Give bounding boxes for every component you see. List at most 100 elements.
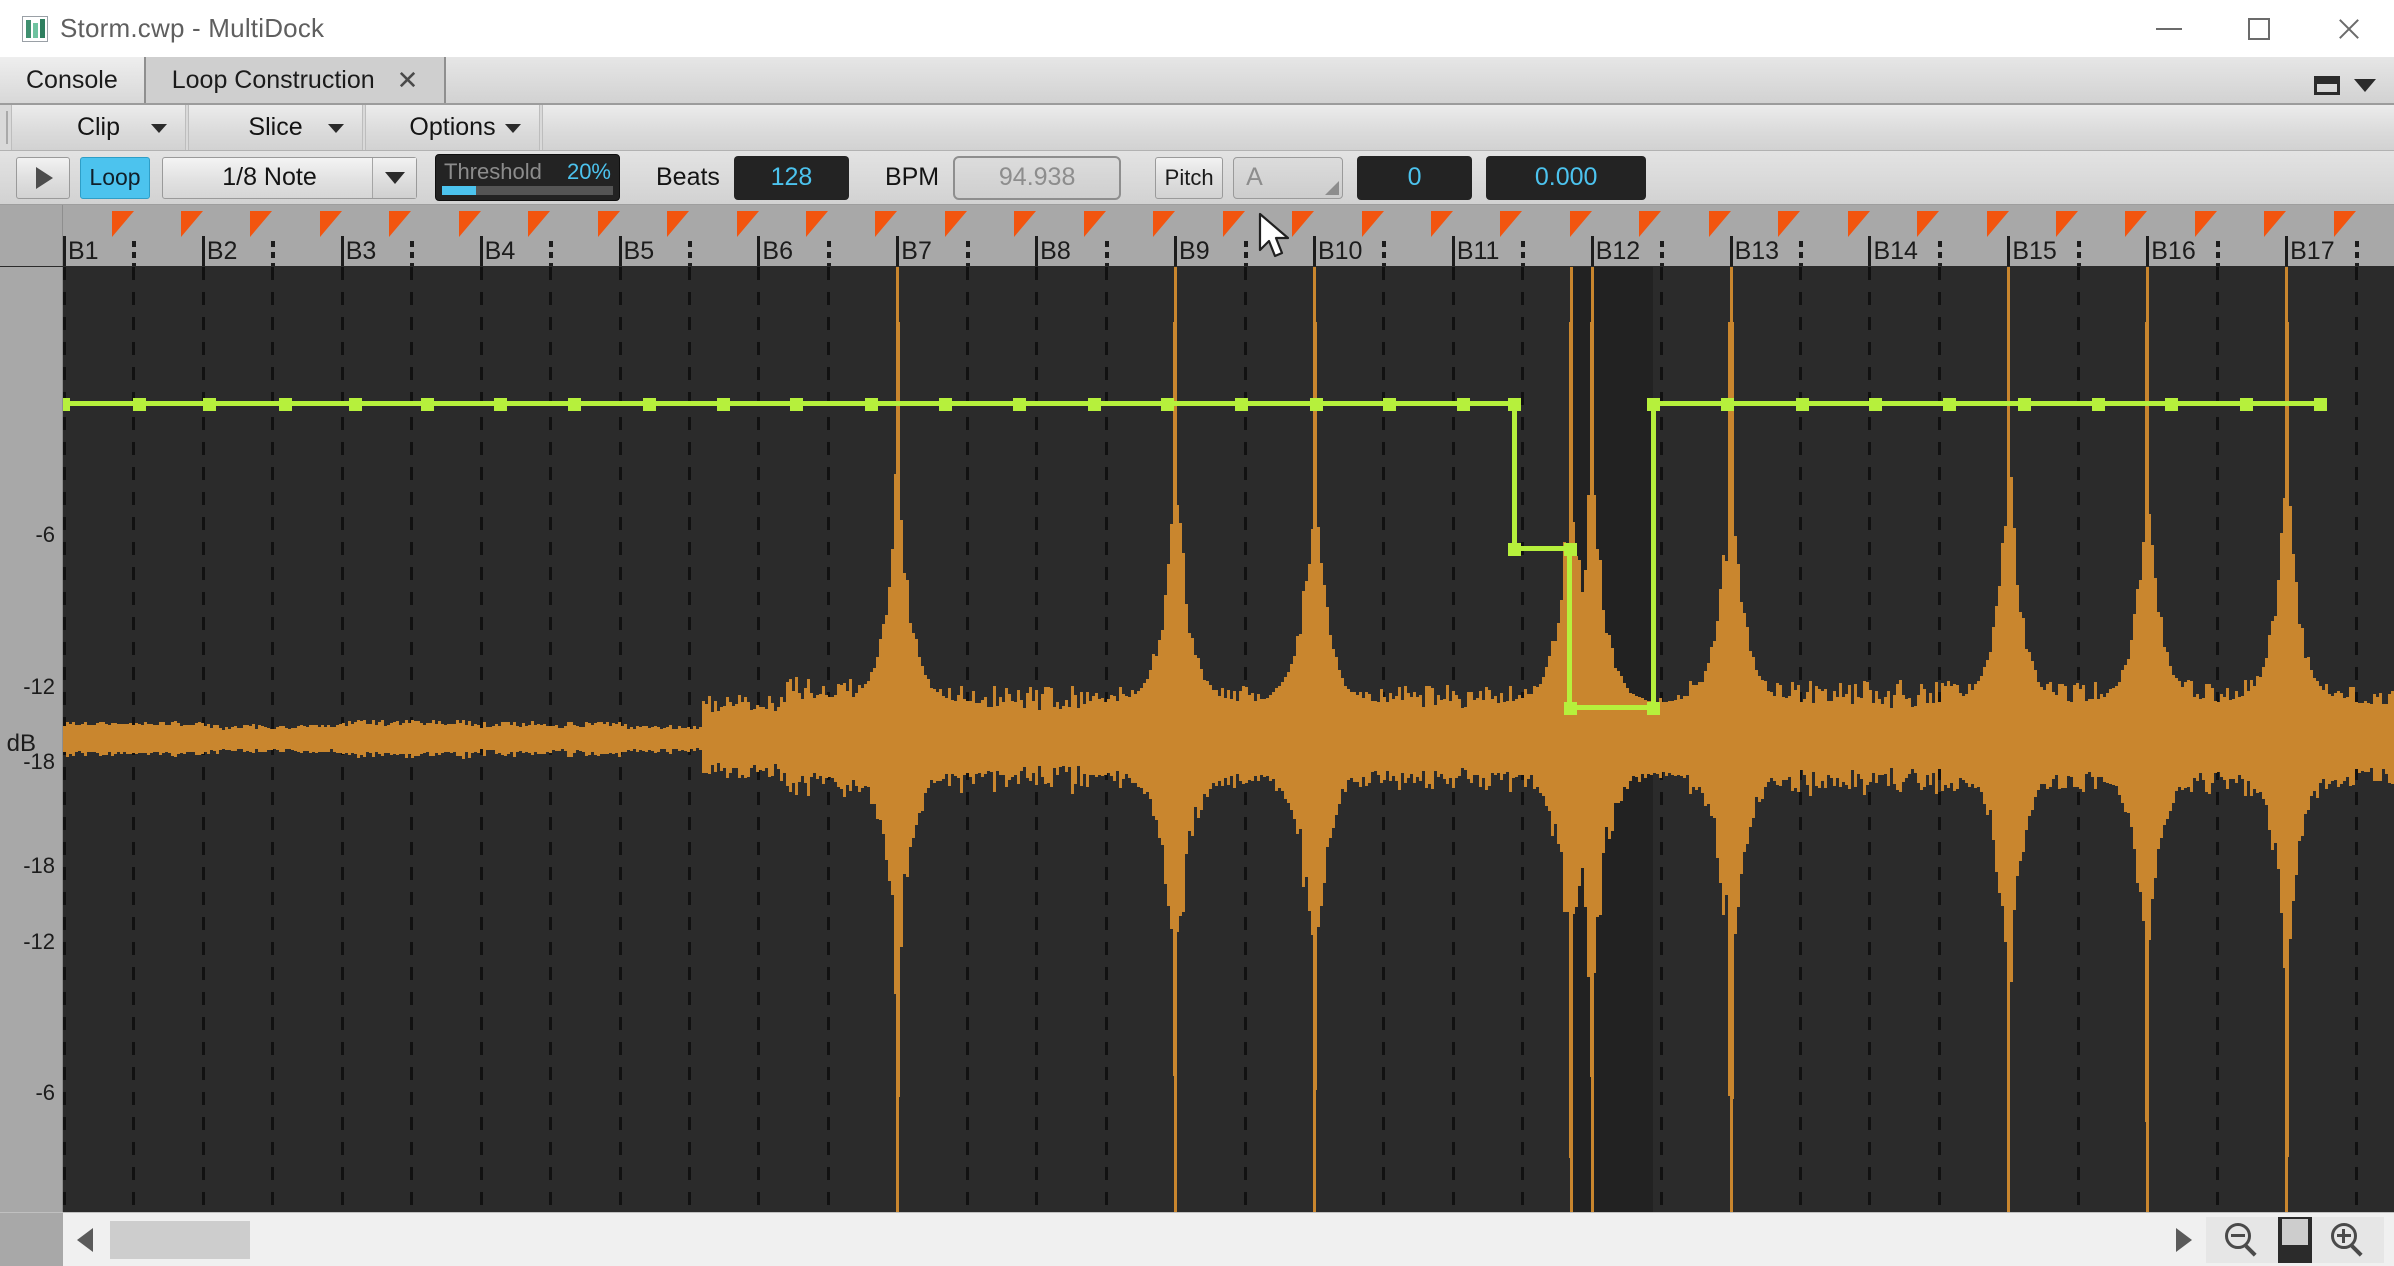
threshold-envelope-node[interactable] bbox=[939, 398, 952, 411]
transient-marker-flag[interactable] bbox=[1084, 211, 1106, 237]
scroll-right-button[interactable] bbox=[2162, 1213, 2206, 1266]
pitch-button[interactable]: Pitch bbox=[1155, 157, 1223, 199]
threshold-envelope-node[interactable] bbox=[1457, 398, 1470, 411]
transient-marker-flag[interactable] bbox=[1987, 211, 2009, 237]
threshold-envelope-segment[interactable] bbox=[945, 401, 1019, 406]
threshold-envelope-node[interactable] bbox=[1647, 398, 1660, 411]
threshold-envelope-node[interactable] bbox=[865, 398, 878, 411]
transient-marker-flag[interactable] bbox=[2056, 211, 2078, 237]
threshold-envelope-segment[interactable] bbox=[1570, 705, 1653, 710]
zoom-out-button[interactable] bbox=[2206, 1217, 2278, 1263]
play-button[interactable] bbox=[16, 157, 70, 199]
transient-marker-flag[interactable] bbox=[1292, 211, 1314, 237]
threshold-envelope-node[interactable] bbox=[1508, 398, 1521, 411]
threshold-envelope-segment[interactable] bbox=[2024, 401, 2098, 406]
threshold-envelope-segment[interactable] bbox=[139, 401, 208, 406]
threshold-envelope-segment[interactable] bbox=[1875, 401, 1949, 406]
threshold-envelope-segment[interactable] bbox=[649, 401, 723, 406]
tab-console[interactable]: Console bbox=[0, 57, 146, 103]
loop-toggle-button[interactable]: Loop bbox=[80, 157, 150, 199]
transient-marker-flag[interactable] bbox=[181, 211, 203, 237]
threshold-envelope-node[interactable] bbox=[1647, 702, 1660, 715]
waveform-canvas[interactable] bbox=[63, 267, 2394, 1212]
threshold-envelope-segment[interactable] bbox=[1949, 401, 2024, 406]
transient-marker-flag[interactable] bbox=[806, 211, 828, 237]
threshold-envelope-node[interactable] bbox=[790, 398, 803, 411]
note-resolution-dropdown-arrow[interactable] bbox=[372, 158, 416, 198]
threshold-envelope-segment[interactable] bbox=[500, 401, 574, 406]
threshold-envelope-node[interactable] bbox=[643, 398, 656, 411]
threshold-envelope-node[interactable] bbox=[2165, 398, 2178, 411]
transient-marker-flag[interactable] bbox=[875, 211, 897, 237]
menu-slice[interactable]: Slice bbox=[188, 105, 363, 150]
bar-ruler[interactable]: B1B2B3B4B5B6B7B8B9B10B11B12B13B14B15B16B… bbox=[0, 205, 2394, 267]
transient-marker-flag[interactable] bbox=[2334, 211, 2356, 237]
transient-marker-flag[interactable] bbox=[1500, 211, 1522, 237]
note-resolution-select[interactable]: 1/8 Note bbox=[162, 157, 417, 199]
transient-marker-flag[interactable] bbox=[1709, 211, 1731, 237]
transient-marker-flag[interactable] bbox=[528, 211, 550, 237]
threshold-envelope-segment[interactable] bbox=[723, 401, 797, 406]
minimize-button[interactable] bbox=[2124, 0, 2214, 57]
threshold-envelope-segment[interactable] bbox=[1241, 401, 1316, 406]
threshold-envelope-segment[interactable] bbox=[2246, 401, 2320, 406]
threshold-envelope-node[interactable] bbox=[2240, 398, 2253, 411]
transient-marker-flag[interactable] bbox=[1848, 211, 1870, 237]
threshold-envelope-segment[interactable] bbox=[355, 401, 427, 406]
threshold-envelope-segment[interactable] bbox=[1802, 401, 1876, 406]
threshold-envelope-segment[interactable] bbox=[1512, 404, 1517, 549]
threshold-envelope-node[interactable] bbox=[2092, 398, 2105, 411]
beats-field[interactable]: 128 bbox=[734, 156, 849, 200]
threshold-envelope-node[interactable] bbox=[717, 398, 730, 411]
threshold-envelope-node[interactable] bbox=[568, 398, 581, 411]
pitch-coarse-field[interactable]: 0 bbox=[1357, 156, 1472, 200]
tab-close-icon[interactable]: ✕ bbox=[397, 67, 419, 93]
waveform-view[interactable]: -6-12-18dB-18-12-6 bbox=[0, 267, 2394, 1212]
threshold-envelope-node[interactable] bbox=[421, 398, 434, 411]
tab-loop-construction[interactable]: Loop Construction ✕ bbox=[146, 57, 447, 103]
threshold-envelope-segment[interactable] bbox=[1567, 549, 1572, 708]
transient-marker-flag[interactable] bbox=[1778, 211, 1800, 237]
transient-marker-flag[interactable] bbox=[667, 211, 689, 237]
transient-marker-flag[interactable] bbox=[945, 211, 967, 237]
menu-clip[interactable]: Clip bbox=[11, 105, 186, 150]
threshold-envelope-node[interactable] bbox=[203, 398, 216, 411]
threshold-envelope-node[interactable] bbox=[1508, 543, 1521, 556]
transient-marker-flag[interactable] bbox=[737, 211, 759, 237]
threshold-envelope-segment[interactable] bbox=[1651, 404, 1656, 708]
threshold-envelope-node[interactable] bbox=[133, 398, 146, 411]
transient-marker-flag[interactable] bbox=[1431, 211, 1453, 237]
bpm-field[interactable]: 94.938 bbox=[953, 156, 1121, 200]
threshold-envelope-node[interactable] bbox=[2314, 398, 2327, 411]
threshold-envelope-node[interactable] bbox=[1869, 398, 1882, 411]
close-button[interactable] bbox=[2304, 0, 2394, 57]
threshold-envelope-segment[interactable] bbox=[574, 401, 649, 406]
threshold-envelope-node[interactable] bbox=[1235, 398, 1248, 411]
threshold-envelope-segment[interactable] bbox=[1653, 401, 1727, 406]
threshold-envelope-segment[interactable] bbox=[209, 401, 285, 406]
threshold-envelope-segment[interactable] bbox=[285, 401, 354, 406]
threshold-envelope-segment[interactable] bbox=[1727, 401, 1802, 406]
transient-marker-flag[interactable] bbox=[320, 211, 342, 237]
threshold-slider[interactable]: Threshold 20% bbox=[435, 154, 620, 201]
transient-marker-flag[interactable] bbox=[1570, 211, 1592, 237]
transient-marker-flag[interactable] bbox=[598, 211, 620, 237]
threshold-envelope-node[interactable] bbox=[349, 398, 362, 411]
threshold-envelope-segment[interactable] bbox=[1389, 401, 1463, 406]
threshold-envelope-node[interactable] bbox=[1383, 398, 1396, 411]
threshold-envelope-node[interactable] bbox=[1564, 543, 1577, 556]
threshold-envelope-node[interactable] bbox=[63, 398, 70, 411]
threshold-envelope-node[interactable] bbox=[1564, 702, 1577, 715]
threshold-envelope-segment[interactable] bbox=[1316, 401, 1390, 406]
transient-marker-flag[interactable] bbox=[459, 211, 481, 237]
threshold-envelope-node[interactable] bbox=[279, 398, 292, 411]
threshold-envelope-segment[interactable] bbox=[427, 401, 501, 406]
threshold-envelope-segment[interactable] bbox=[796, 401, 871, 406]
threshold-envelope-segment[interactable] bbox=[2098, 401, 2172, 406]
zoom-in-button[interactable] bbox=[2312, 1217, 2384, 1263]
pitch-fine-field[interactable]: 0.000 bbox=[1486, 156, 1646, 200]
transient-marker-flag[interactable] bbox=[112, 211, 134, 237]
restore-window-icon[interactable] bbox=[2314, 76, 2340, 95]
transient-marker-flag[interactable] bbox=[2125, 211, 2147, 237]
threshold-envelope-segment[interactable] bbox=[1094, 401, 1168, 406]
